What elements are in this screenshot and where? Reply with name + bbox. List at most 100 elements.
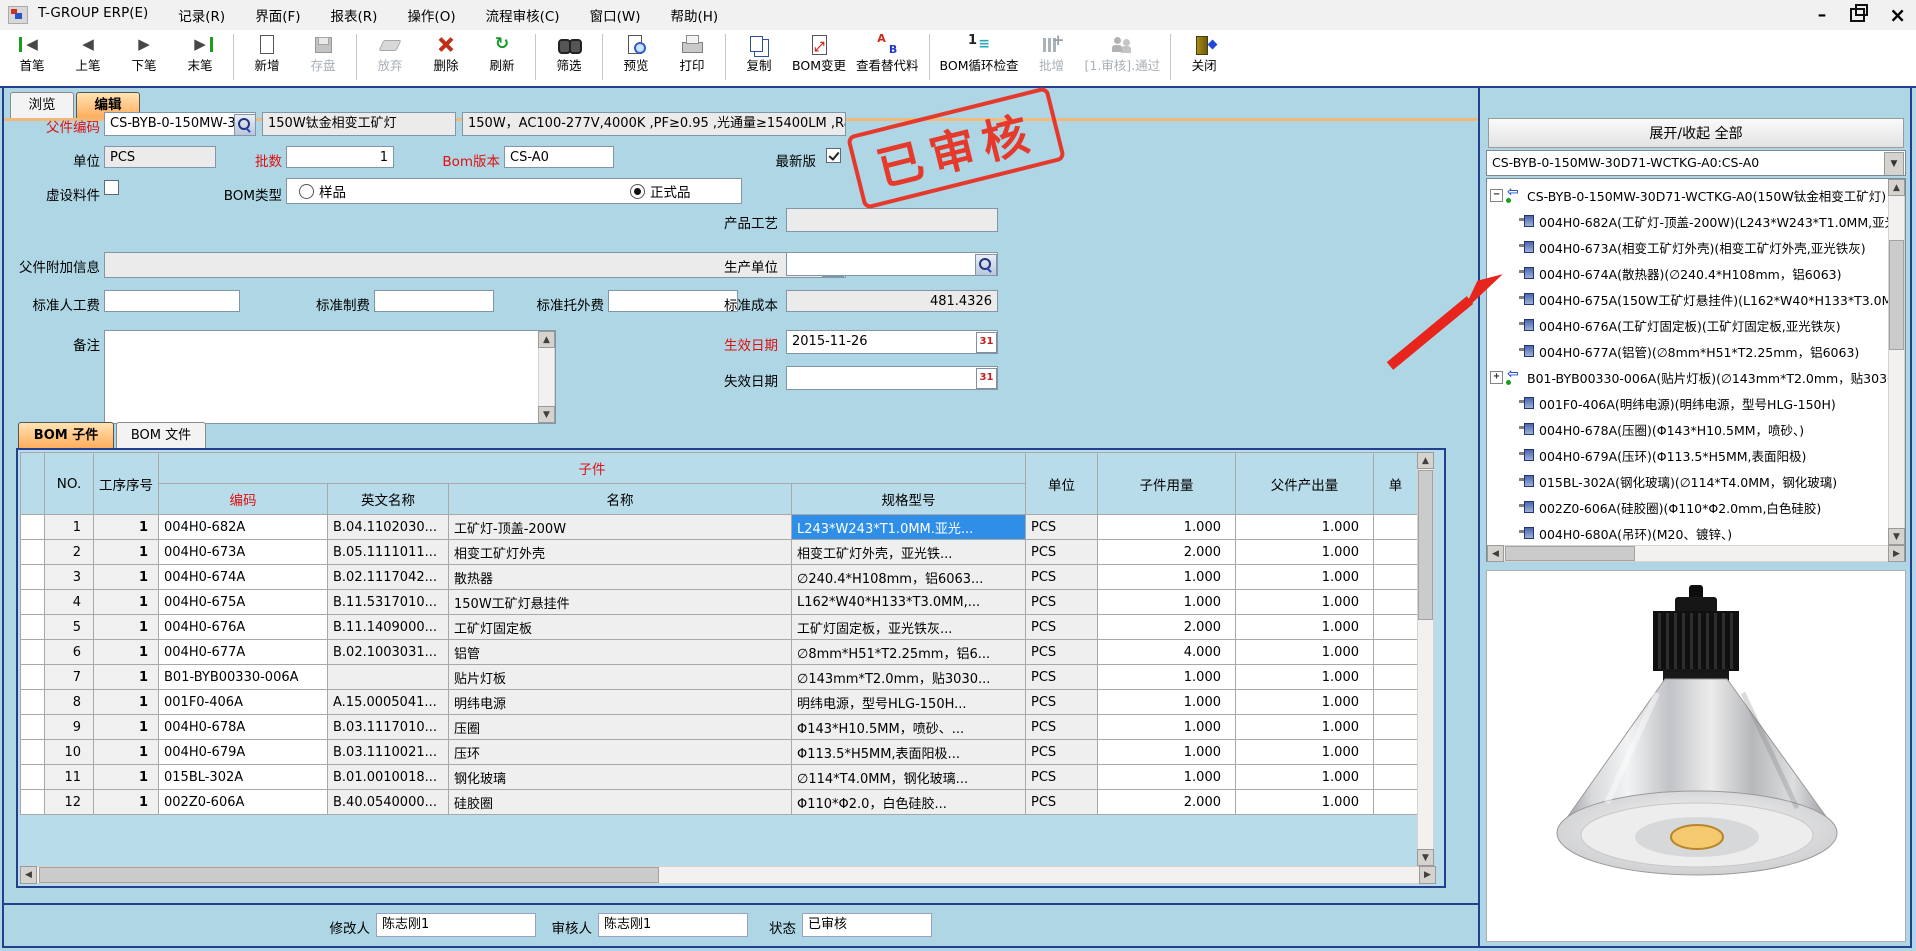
tree-item[interactable]: 001F0-406A(明纬电源)(明纬电源，型号HLG-150H) bbox=[1487, 390, 1905, 416]
qty-cell[interactable]: 2.000 bbox=[1098, 615, 1236, 640]
toolbar-button[interactable] bbox=[1170, 34, 1171, 80]
toolbar-button[interactable]: 批增 bbox=[1023, 33, 1079, 75]
unit-cell[interactable]: PCS bbox=[1026, 515, 1098, 540]
unit-cell[interactable]: PCS bbox=[1026, 690, 1098, 715]
name-cell[interactable]: 铝管 bbox=[449, 640, 792, 665]
tree-item[interactable]: 004H0-675A(150W工矿灯悬挂件)(L162*W40*H133*T3.… bbox=[1487, 286, 1905, 312]
en-name-cell[interactable]: B.11.5317010... bbox=[328, 590, 449, 615]
table-row[interactable]: 4 1 004H0-675A B.11.5317010... 150W工矿灯悬挂… bbox=[21, 590, 1418, 615]
last-cell[interactable] bbox=[1374, 765, 1418, 790]
spec-cell[interactable]: 相变工矿灯外壳，亚光铁... bbox=[792, 540, 1026, 565]
out-cell[interactable]: 1.000 bbox=[1236, 765, 1374, 790]
code-cell[interactable]: 015BL-302A bbox=[159, 765, 328, 790]
no-cell[interactable]: 6 bbox=[45, 640, 94, 665]
code-cell[interactable]: 004H0-676A bbox=[159, 615, 328, 640]
seq-cell[interactable]: 1 bbox=[94, 665, 159, 690]
no-cell[interactable]: 7 bbox=[45, 665, 94, 690]
out-cell[interactable]: 1.000 bbox=[1236, 740, 1374, 765]
menu-item[interactable]: 窗口(W) bbox=[590, 5, 641, 25]
qty-cell[interactable]: 2.000 bbox=[1098, 790, 1236, 815]
spec-cell[interactable]: L243*W243*T1.0MM.亚光... bbox=[792, 515, 1026, 540]
toolbar-button[interactable]: 存盘 bbox=[295, 33, 351, 75]
tree-item[interactable]: 002Z0-606A(硅胶圈)(Φ110*Φ2.0mm,白色硅胶) bbox=[1487, 494, 1905, 520]
name-cell[interactable]: 工矿灯固定板 bbox=[449, 615, 792, 640]
seq-cell[interactable]: 1 bbox=[94, 740, 159, 765]
tab-bom-files[interactable]: BOM 文件 bbox=[116, 422, 206, 448]
spec-cell[interactable]: ∅8mm*H51*T2.25mm，铝6... bbox=[792, 640, 1026, 665]
toolbar-button[interactable] bbox=[233, 34, 234, 80]
menu-item[interactable]: T-GROUP ERP(E) bbox=[38, 5, 148, 25]
toolbar-button[interactable]: BOM循环检查 bbox=[935, 33, 1024, 75]
spec-cell[interactable]: 明纬电源，型号HLG-150H... bbox=[792, 690, 1026, 715]
seq-cell[interactable]: 1 bbox=[94, 565, 159, 590]
seq-cell[interactable]: 1 bbox=[94, 765, 159, 790]
unit-cell[interactable]: PCS bbox=[1026, 640, 1098, 665]
name-cell[interactable]: 明纬电源 bbox=[449, 690, 792, 715]
name-cell[interactable]: 散热器 bbox=[449, 565, 792, 590]
expire-calendar-icon[interactable]: 31 bbox=[976, 368, 997, 389]
spec-cell[interactable]: ∅240.4*H108mm，铝6063... bbox=[792, 565, 1026, 590]
toolbar-button[interactable]: 首笔 bbox=[4, 33, 60, 75]
table-scroll-left-icon[interactable]: ◀ bbox=[20, 866, 37, 884]
menu-item[interactable]: 报表(R) bbox=[331, 5, 378, 25]
header-spec[interactable]: 规格型号 bbox=[792, 484, 1026, 515]
latest-version-checkbox[interactable] bbox=[826, 148, 841, 163]
qty-cell[interactable]: 1.000 bbox=[1098, 665, 1236, 690]
code-cell[interactable]: 004H0-682A bbox=[159, 515, 328, 540]
toolbar-button[interactable]: BOM变更 bbox=[787, 33, 851, 75]
radio-sample-icon[interactable] bbox=[299, 184, 314, 199]
row-selector-cell[interactable] bbox=[21, 765, 45, 790]
tree-vscroll-thumb[interactable] bbox=[1889, 240, 1904, 350]
toolbar-button[interactable] bbox=[725, 34, 726, 80]
chevron-down-icon[interactable]: ▼ bbox=[1884, 152, 1904, 176]
table-row[interactable]: 9 1 004H0-678A B.03.1117010... 压圈 Φ143*H… bbox=[21, 715, 1418, 740]
toolbar-button[interactable] bbox=[535, 34, 536, 80]
unit-cell[interactable]: PCS bbox=[1026, 615, 1098, 640]
table-vscrollbar[interactable]: ▲ ▼ bbox=[1417, 452, 1434, 866]
tree-item[interactable]: 015BL-302A(钢化玻璃)(∅114*T4.0MM，钢化玻璃) bbox=[1487, 468, 1905, 494]
out-cell[interactable]: 1.000 bbox=[1236, 515, 1374, 540]
seq-cell[interactable]: 1 bbox=[94, 790, 159, 815]
out-cell[interactable]: 1.000 bbox=[1236, 665, 1374, 690]
std-labor-field[interactable] bbox=[104, 290, 240, 312]
code-cell[interactable]: 001F0-406A bbox=[159, 690, 328, 715]
unit-cell[interactable]: PCS bbox=[1026, 715, 1098, 740]
no-cell[interactable]: 11 bbox=[45, 765, 94, 790]
toolbar-button[interactable]: 新增 bbox=[239, 33, 295, 75]
last-cell[interactable] bbox=[1374, 615, 1418, 640]
seq-cell[interactable]: 1 bbox=[94, 690, 159, 715]
toolbar-button[interactable]: 刷新 bbox=[474, 33, 530, 75]
tree-item[interactable]: 004H0-676A(工矿灯固定板)(工矿灯固定板,亚光铁灰) bbox=[1487, 312, 1905, 338]
en-name-cell[interactable]: B.04.1102030... bbox=[328, 515, 449, 540]
unit-cell[interactable]: PCS bbox=[1026, 590, 1098, 615]
last-cell[interactable] bbox=[1374, 565, 1418, 590]
spec-cell[interactable]: Φ143*H10.5MM，喷砂、... bbox=[792, 715, 1026, 740]
row-selector-cell[interactable] bbox=[21, 640, 45, 665]
header-unit[interactable]: 单位 bbox=[1026, 453, 1098, 515]
qty-cell[interactable]: 1.000 bbox=[1098, 565, 1236, 590]
last-cell[interactable] bbox=[1374, 515, 1418, 540]
table-hscrollbar[interactable]: ◀ ▶ bbox=[20, 866, 1434, 884]
toolbar-button[interactable] bbox=[602, 34, 603, 80]
unit-cell[interactable]: PCS bbox=[1026, 790, 1098, 815]
toolbar-button[interactable]: [1.审核].通过 bbox=[1079, 33, 1165, 75]
code-cell[interactable]: 004H0-674A bbox=[159, 565, 328, 590]
en-name-cell[interactable]: B.02.1117042... bbox=[328, 565, 449, 590]
en-name-cell[interactable] bbox=[328, 665, 449, 690]
code-cell[interactable]: 004H0-677A bbox=[159, 640, 328, 665]
tree-item[interactable]: 004H0-678A(压圈)(Φ143*H10.5MM，喷砂、) bbox=[1487, 416, 1905, 442]
tree-scroll-down-icon[interactable]: ▼ bbox=[1888, 528, 1905, 545]
unit-cell[interactable]: PCS bbox=[1026, 765, 1098, 790]
out-cell[interactable]: 1.000 bbox=[1236, 690, 1374, 715]
toolbar-button[interactable]: 筛选 bbox=[541, 33, 597, 75]
out-cell[interactable]: 1.000 bbox=[1236, 590, 1374, 615]
table-row[interactable]: 3 1 004H0-674A B.02.1117042... 散热器 ∅240.… bbox=[21, 565, 1418, 590]
row-selector-cell[interactable] bbox=[21, 715, 45, 740]
unit-cell[interactable]: PCS bbox=[1026, 540, 1098, 565]
menu-item[interactable]: 帮助(H) bbox=[670, 5, 718, 25]
tree-item[interactable]: 004H0-673A(相变工矿灯外壳)(相变工矿灯外壳,亚光铁灰) bbox=[1487, 234, 1905, 260]
out-cell[interactable]: 1.000 bbox=[1236, 565, 1374, 590]
toolbar-button[interactable]: 放弃 bbox=[362, 33, 418, 75]
en-name-cell[interactable]: B.05.1111011... bbox=[328, 540, 449, 565]
toolbar-button[interactable]: 末笔 bbox=[172, 33, 228, 75]
